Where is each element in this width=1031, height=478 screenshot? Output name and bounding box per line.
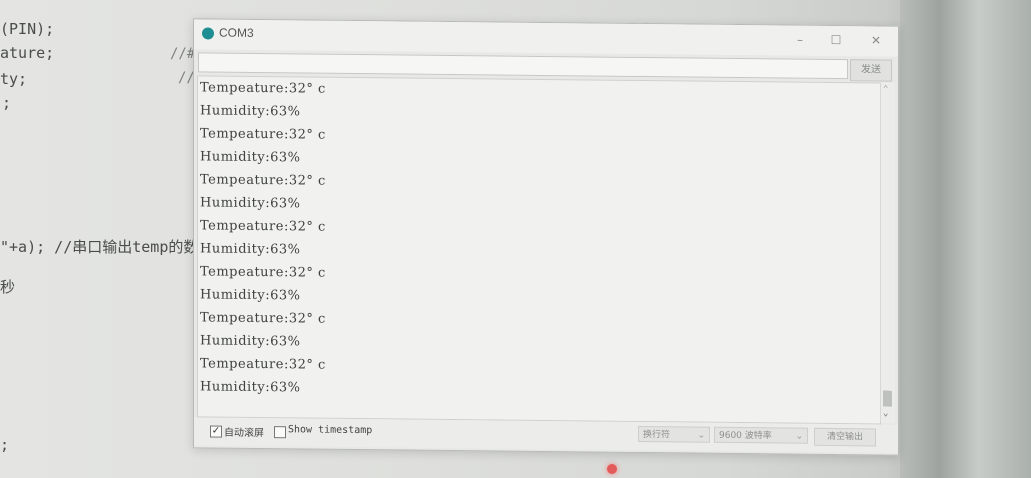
timestamp-checkbox[interactable]: [274, 426, 286, 439]
output-line: Tempeature:32° c: [200, 310, 326, 327]
close-button[interactable]: ✕: [864, 31, 888, 49]
output-line: Humidity:63%: [200, 241, 301, 258]
output-line: Humidity:63%: [200, 287, 301, 304]
arduino-icon: [202, 27, 214, 40]
output-line: Tempeature:32° c: [200, 218, 326, 235]
send-input[interactable]: [198, 52, 848, 80]
output-line: Tempeature:32° c: [200, 80, 326, 97]
output-line: Humidity:63%: [200, 333, 301, 350]
code-line: ature;: [0, 44, 55, 62]
autoscroll-label: 自动滚屏: [224, 427, 264, 440]
code-line: "+a); //串口输出temp的数: [0, 238, 199, 256]
output-line: Tempeature:32° c: [200, 172, 326, 189]
output-line: Humidity:63%: [200, 103, 301, 120]
code-line: ;: [0, 436, 10, 454]
chevron-down-icon[interactable]: ⌄: [883, 409, 888, 419]
indicator-light: [607, 464, 617, 474]
output-line: Humidity:63%: [200, 379, 301, 396]
code-line: ;: [2, 94, 12, 112]
minimize-button[interactable]: –: [788, 31, 812, 49]
code-line: ty;: [0, 70, 28, 88]
line-ending-value: 换行符: [643, 430, 671, 441]
line-ending-select[interactable]: 换行符 ⌄: [638, 425, 710, 443]
code-line: (PIN);: [0, 20, 55, 38]
window-title: COM3: [219, 25, 254, 40]
output-line: Tempeature:32° c: [200, 356, 326, 373]
maximize-button[interactable]: ☐: [824, 31, 848, 49]
baud-rate-value: 9600 波特率: [719, 430, 772, 442]
code-comment: //#: [170, 46, 196, 62]
vertical-scrollbar[interactable]: ⌃ ⌄: [880, 82, 895, 423]
output-line: Tempeature:32° c: [200, 264, 326, 281]
code-line: 秒: [0, 278, 16, 296]
title-bar[interactable]: COM3 – ☐ ✕: [194, 19, 898, 57]
timestamp-label: Show timestamp: [288, 424, 373, 437]
autoscroll-checkbox[interactable]: ✓: [210, 425, 222, 438]
serial-output[interactable]: Tempeature:32° c Humidity:63% Tempeature…: [197, 75, 881, 425]
chevron-down-icon: ⌄: [697, 430, 705, 441]
serial-monitor-window: COM3 – ☐ ✕ 发送 Tempeature:32° c Humidity:…: [193, 18, 899, 456]
chevron-up-icon[interactable]: ⌃: [883, 85, 888, 95]
output-line: Humidity:63%: [200, 149, 301, 166]
clear-output-button[interactable]: 清空输出: [814, 427, 876, 447]
status-bar: ✓ 自动滚屏 Show timestamp 换行符 ⌄ 9600 波特率 ⌄ 清…: [194, 417, 898, 453]
scrollbar-thumb[interactable]: [883, 390, 892, 407]
background-right-edge: [900, 0, 1031, 478]
chevron-down-icon: ⌄: [795, 431, 803, 442]
send-button[interactable]: 发送: [850, 59, 892, 82]
baud-rate-select[interactable]: 9600 波特率 ⌄: [714, 426, 808, 444]
output-line: Humidity:63%: [200, 195, 301, 212]
output-line: Tempeature:32° c: [200, 126, 326, 143]
